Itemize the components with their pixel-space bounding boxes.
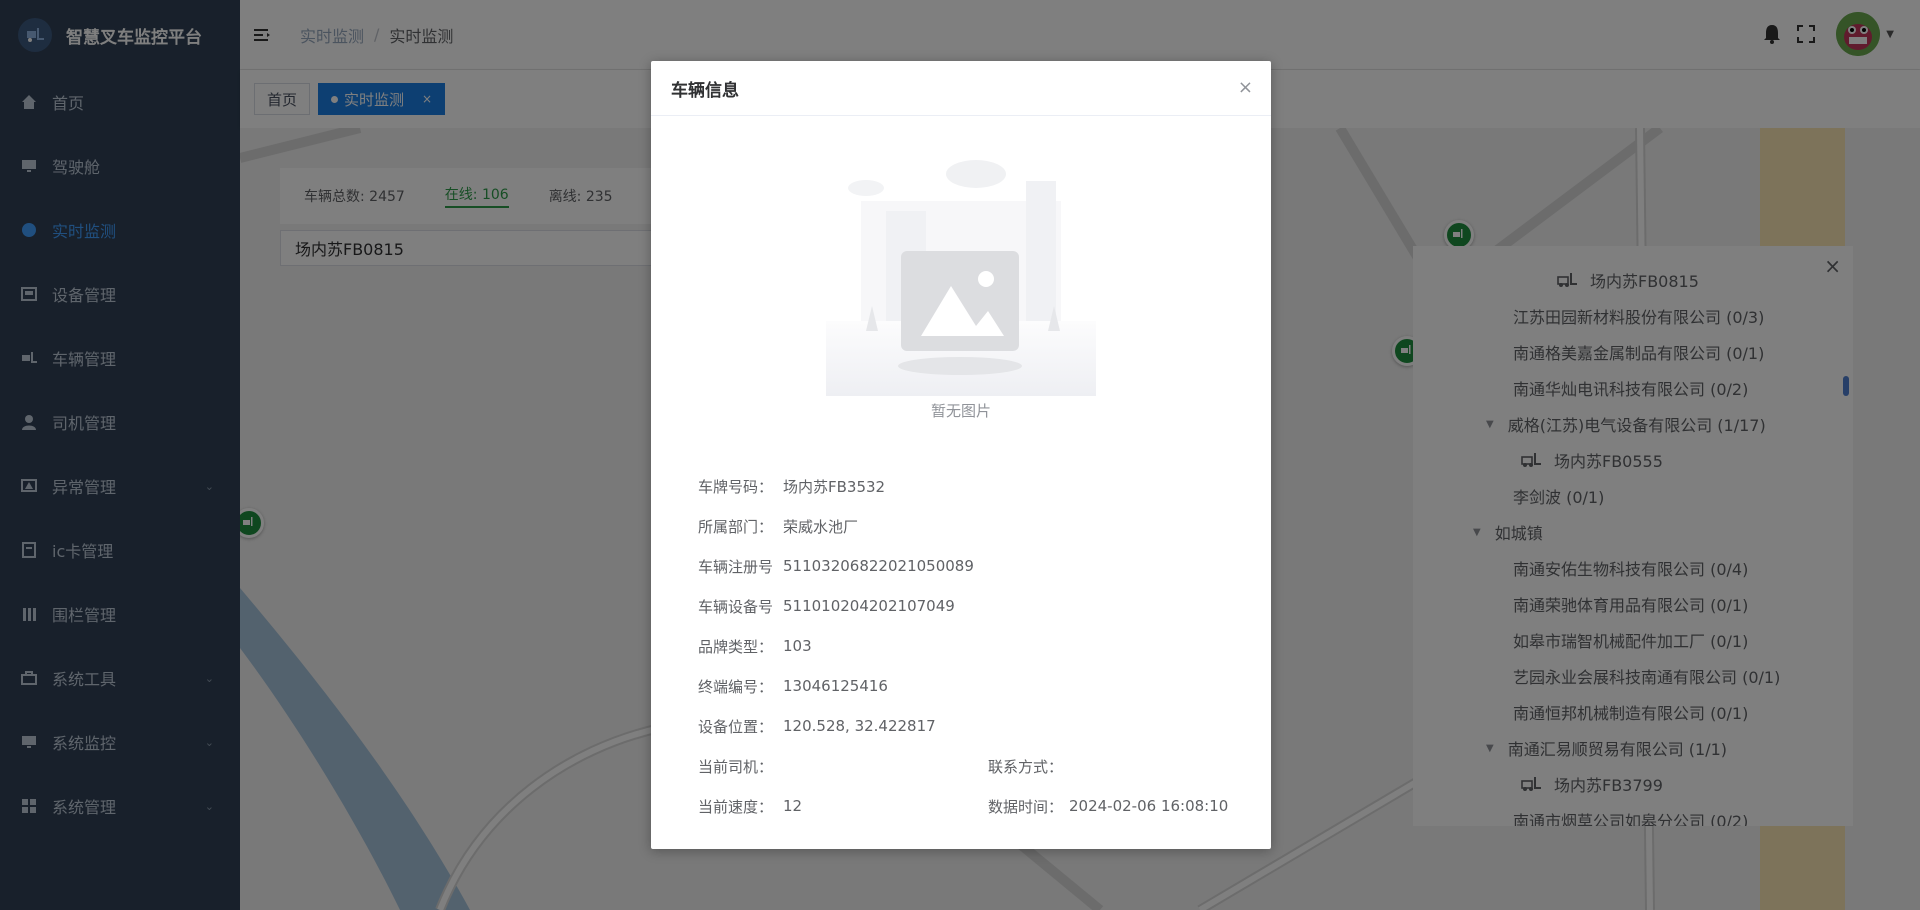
field-value: 511010204202107049 [783,597,955,615]
field-label: 联系方式： [987,757,1063,776]
image-placeholder-icon [826,160,1096,396]
vehicle-info-dialog: 车辆信息 × 暂无图片 车牌号码： 场内苏FB3532 所属部门： 荣威水池厂 [651,61,1271,849]
field-label: 数据时间： [987,797,1063,816]
field-label: 车辆设备号 [697,597,773,616]
field-dept: 所属部门： 荣威水池厂 [651,514,858,538]
dialog-title: 车辆信息 [671,80,739,101]
field-label: 品牌类型： [697,637,773,656]
field-value: 13046125416 [783,677,888,695]
field-label: 车辆注册号 [697,557,773,576]
empty-image-caption: 暂无图片 [930,402,991,420]
field-device-no: 车辆设备号 511010204202107049 [651,594,955,618]
field-value: 12 [783,797,803,815]
empty-image: 暂无图片 [826,156,1096,431]
field-value: 120.528, 32.422817 [783,717,936,735]
field-label: 所属部门： [697,517,773,536]
dialog-header: 车辆信息 × [651,61,1271,116]
field-reg-no: 车辆注册号 51103206822021050089 [651,554,974,578]
field-label: 设备位置： [697,717,773,736]
field-value: 2024-02-06 16:08:10 [1069,797,1229,815]
field-label: 车牌号码： [697,477,773,496]
field-value: 51103206822021050089 [783,557,974,575]
field-location: 设备位置： 120.528, 32.422817 [651,714,936,738]
field-label: 当前司机： [697,757,773,776]
field-speed: 当前速度： 12 [651,794,802,818]
field-brand: 品牌类型： 103 [651,634,812,658]
field-value: 103 [783,637,812,655]
field-driver: 当前司机： [651,754,783,778]
field-terminal: 终端编号： 13046125416 [651,674,888,698]
close-icon[interactable]: × [1238,77,1253,98]
field-contact: 联系方式： [981,754,1069,778]
field-label: 终端编号： [697,677,773,696]
field-label: 当前速度： [697,797,773,816]
field-data-time: 数据时间： 2024-02-06 16:08:10 [981,794,1228,818]
field-plate: 车牌号码： 场内苏FB3532 [651,474,885,498]
field-value: 荣威水池厂 [783,517,859,536]
field-value: 场内苏FB3532 [783,477,886,496]
